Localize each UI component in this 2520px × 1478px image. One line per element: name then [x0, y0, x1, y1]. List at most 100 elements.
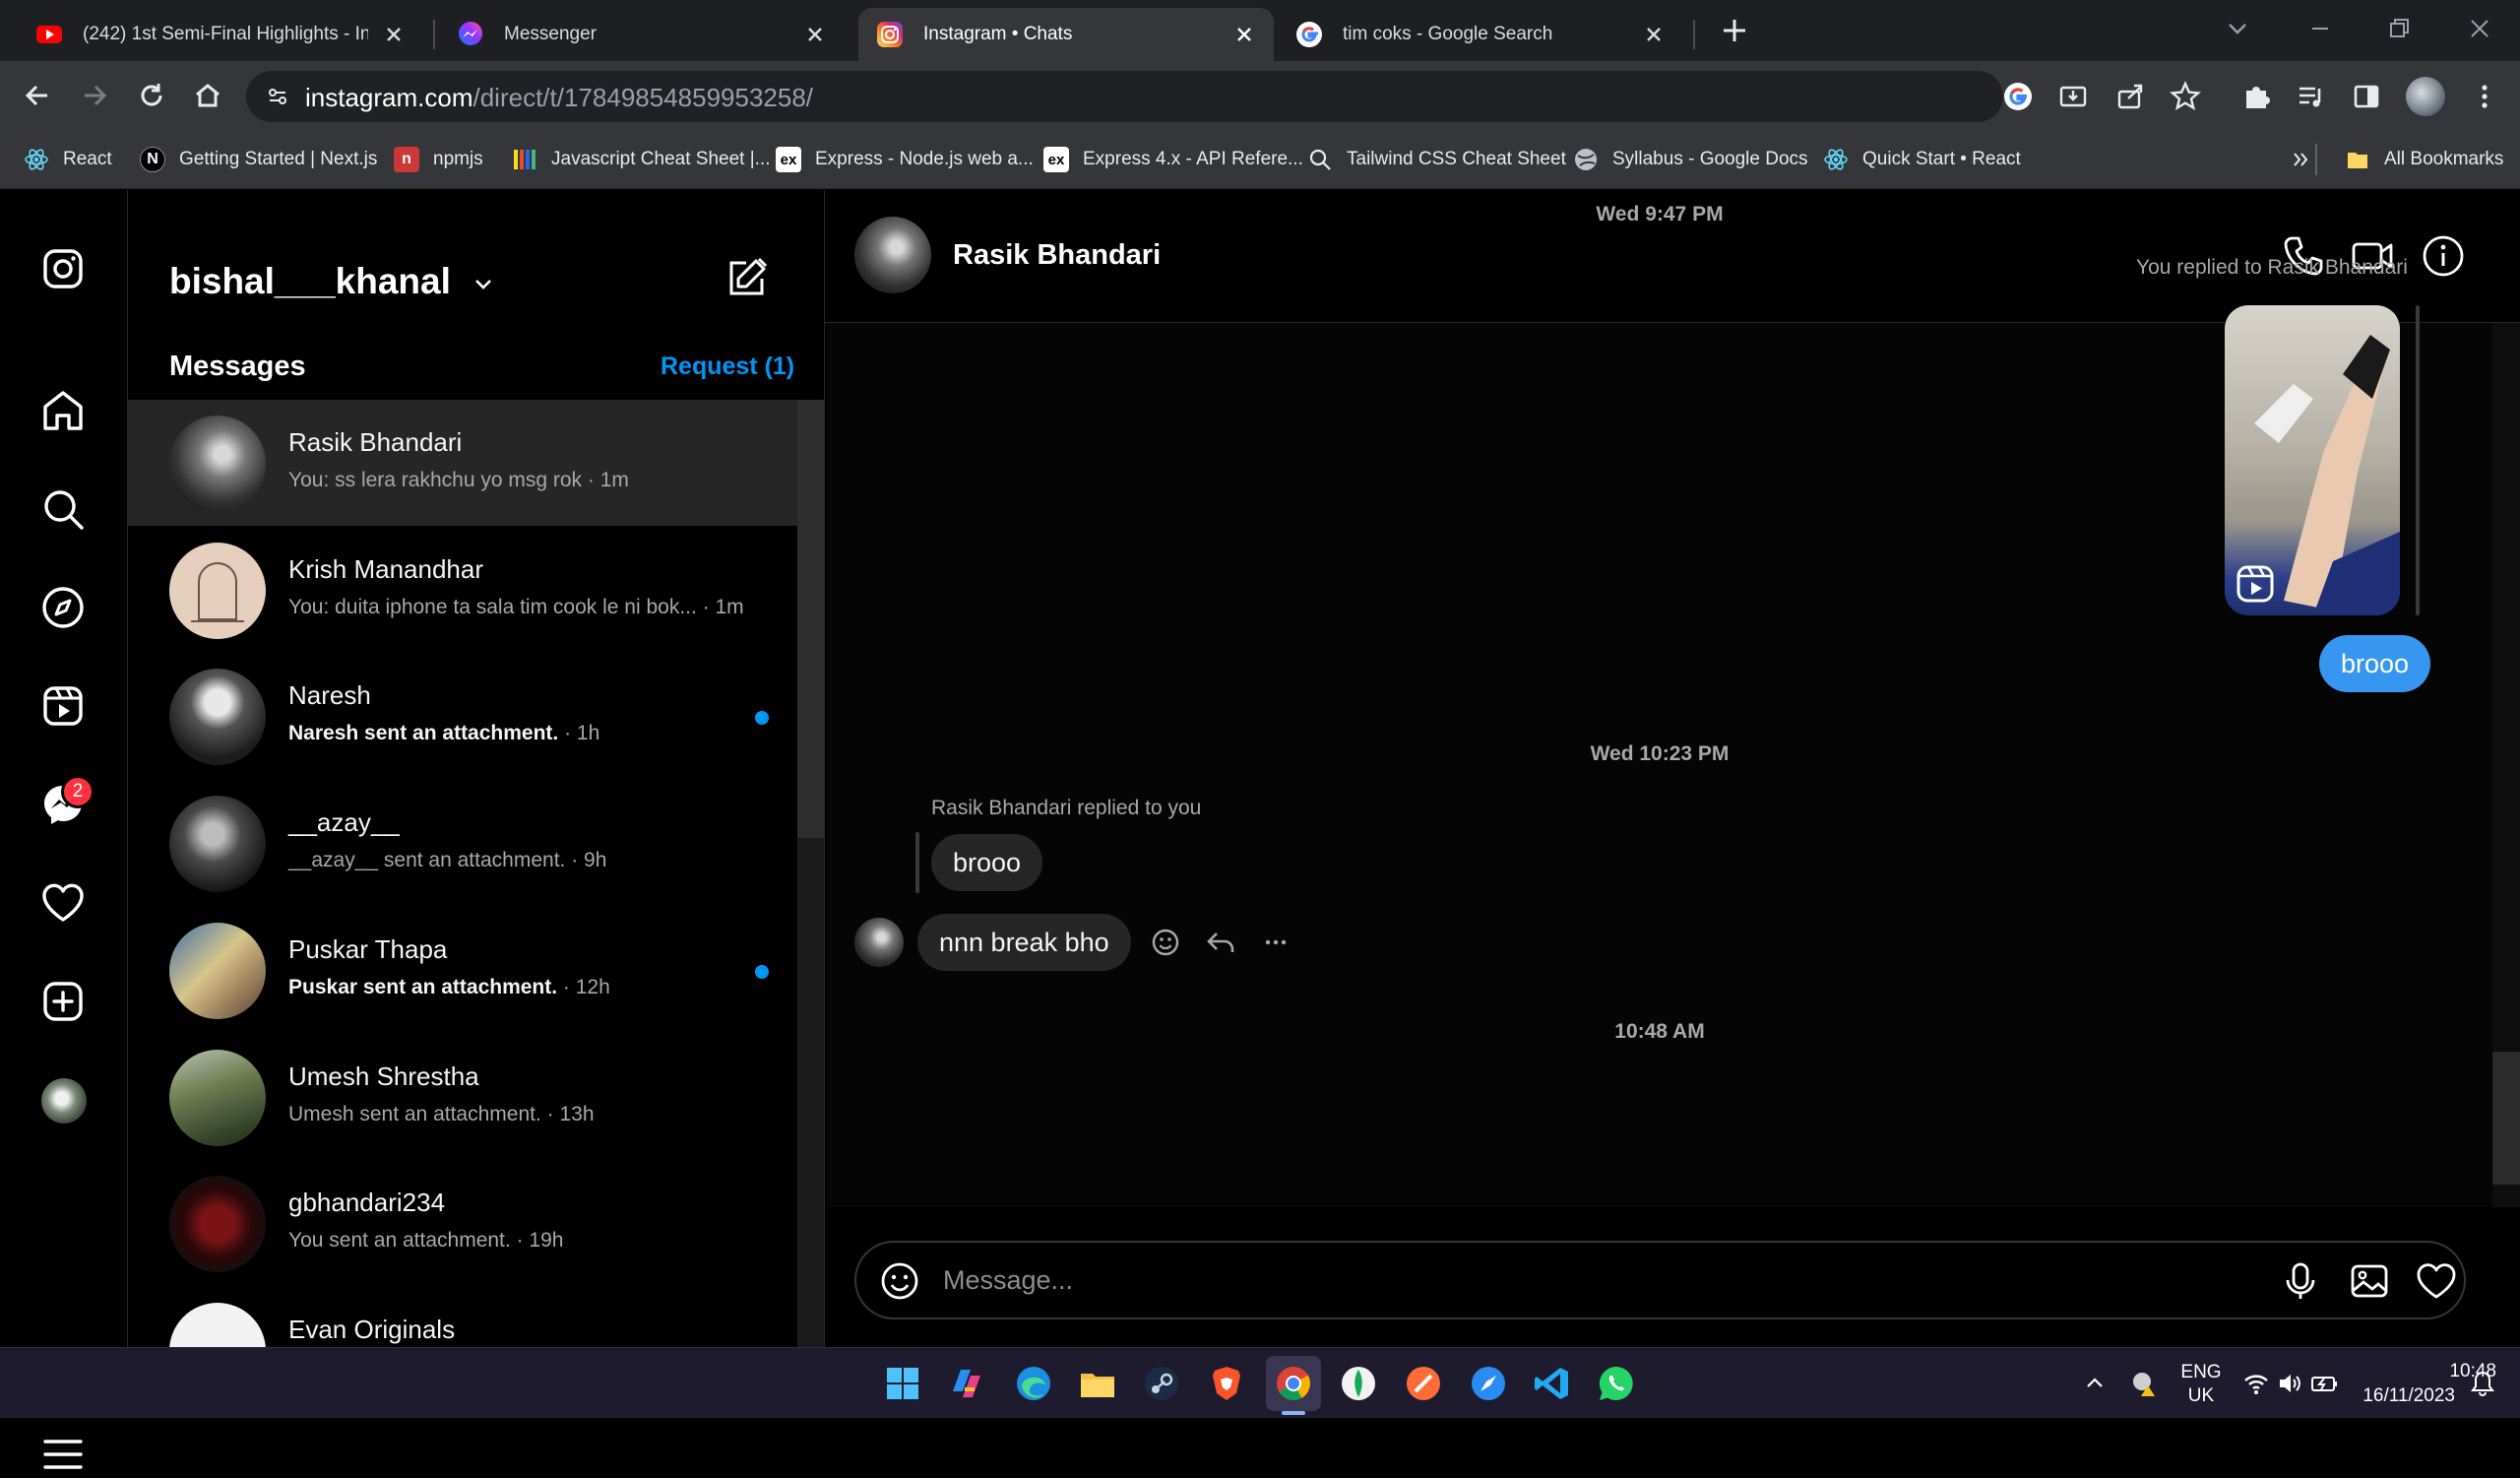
copilot-icon[interactable]: [945, 1362, 988, 1405]
tab-search-chevron-icon[interactable]: [2223, 14, 2252, 43]
add-photo-icon[interactable]: [2348, 1259, 2391, 1303]
account-username[interactable]: bishal___khanal: [169, 261, 496, 302]
shared-reel-thumbnail[interactable]: [2225, 305, 2400, 615]
home-icon[interactable]: [190, 78, 225, 113]
new-message-compose-icon[interactable]: [726, 255, 770, 298]
clock-date[interactable]: 16/11/2023: [2351, 1385, 2455, 1407]
tab-instagram[interactable]: Instagram • Chats: [858, 8, 1274, 61]
tab-google-search[interactable]: tim coks - Google Search: [1278, 8, 1683, 61]
notification-bell-icon[interactable]: [2469, 1370, 2496, 1397]
chevron-down-icon[interactable]: [471, 271, 496, 296]
reply-arrow-icon[interactable]: [1205, 927, 1236, 958]
minimize-window-icon[interactable]: [2303, 12, 2337, 45]
defender-warning-icon[interactable]: [2130, 1370, 2158, 1397]
profile-avatar[interactable]: [2406, 77, 2445, 116]
contact-avatar[interactable]: [854, 217, 931, 293]
notifications-heart-icon[interactable]: [39, 879, 87, 927]
close-window-icon[interactable]: [2463, 12, 2496, 45]
more-menu-hamburger-icon[interactable]: [39, 1431, 87, 1478]
sent-message-bubble[interactable]: brooo: [2319, 635, 2431, 692]
close-tab-icon[interactable]: [1642, 23, 1666, 46]
conversation-item-azay[interactable]: __azay__ __azay__ sent an attachment. · …: [128, 780, 797, 906]
all-bookmarks-folder[interactable]: All Bookmarks: [2345, 144, 2503, 175]
more-bookmarks-chevron-icon[interactable]: [2290, 148, 2313, 171]
like-heart-icon[interactable]: [2415, 1259, 2458, 1303]
media-control-icon[interactable]: [2296, 81, 2327, 112]
more-options-ellipsis-icon[interactable]: [1260, 927, 1292, 958]
side-panel-icon[interactable]: [2351, 81, 2382, 112]
file-explorer-folder-icon[interactable]: [1076, 1362, 1119, 1405]
mongodb-compass-icon[interactable]: [1337, 1362, 1380, 1405]
brave-browser-icon[interactable]: [1205, 1362, 1248, 1405]
show-hidden-icons-chevron-icon[interactable]: [2083, 1372, 2107, 1395]
create-plus-icon[interactable]: [39, 978, 87, 1025]
bookmarks-divider: [2315, 144, 2317, 175]
steam-icon[interactable]: [1140, 1362, 1183, 1405]
received-message-bubble[interactable]: nnn break bho: [917, 914, 1131, 971]
wifi-icon[interactable]: [2242, 1370, 2270, 1397]
close-tab-icon[interactable]: [803, 23, 827, 46]
bookmark-star-icon[interactable]: [2170, 81, 2201, 112]
explore-compass-icon[interactable]: [39, 584, 87, 631]
conversation-item-krish[interactable]: Krish Manandhar You: duita iphone ta sal…: [128, 527, 797, 653]
input-region[interactable]: UK: [2179, 1385, 2223, 1407]
edge-browser-icon[interactable]: [1012, 1362, 1055, 1405]
restore-window-icon[interactable]: [2382, 12, 2416, 45]
message-input[interactable]: [943, 1254, 2223, 1306]
back-arrow-icon[interactable]: [20, 78, 55, 113]
chrome-browser-icon[interactable]: [1272, 1362, 1315, 1405]
conversation-item-evan[interactable]: Evan Originals: [128, 1287, 797, 1347]
bookmark-syllabus[interactable]: Syllabus - Google Docs: [1573, 144, 1808, 175]
quoted-message-bubble[interactable]: brooo: [931, 834, 1043, 891]
vscode-icon[interactable]: [1531, 1362, 1574, 1405]
inbox-scrollbar-thumb[interactable]: [797, 400, 824, 838]
thread-scrollbar-thumb[interactable]: [2492, 1052, 2520, 1185]
safari-compass-icon[interactable]: [1467, 1362, 1510, 1405]
browser-menu-kebab-icon[interactable]: [2469, 81, 2500, 112]
postman-icon[interactable]: [1402, 1362, 1445, 1405]
battery-charging-icon[interactable]: [2309, 1370, 2339, 1397]
contact-name[interactable]: Rasik Bhandari: [953, 239, 1161, 272]
bookmark-express-node[interactable]: ex Express - Node.js web a...: [776, 144, 1034, 175]
volume-icon[interactable]: [2276, 1370, 2303, 1397]
close-tab-icon[interactable]: [1232, 23, 1256, 46]
voice-message-microphone-icon[interactable]: [2279, 1259, 2322, 1303]
windows-start-icon[interactable]: [881, 1362, 924, 1405]
close-tab-icon[interactable]: [382, 23, 406, 46]
whatsapp-icon[interactable]: [1595, 1362, 1638, 1405]
home-nav-icon[interactable]: [39, 387, 87, 434]
conversation-info-icon[interactable]: [2422, 234, 2465, 278]
bookmark-express-api[interactable]: ex Express 4.x - API Refere...: [1043, 144, 1303, 175]
conversation-item-naresh[interactable]: Naresh Naresh sent an attachment. · 1h: [128, 653, 797, 779]
reload-icon[interactable]: [134, 78, 169, 113]
react-emoji-icon[interactable]: [1150, 927, 1181, 958]
emoji-picker-icon[interactable]: [878, 1259, 921, 1303]
new-tab-plus-icon[interactable]: [1718, 14, 1751, 47]
url-text[interactable]: instagram.com/direct/t/17849854859953258…: [305, 83, 813, 113]
sender-avatar[interactable]: [854, 918, 904, 967]
conversation-item-puskar[interactable]: Puskar Thapa Puskar sent an attachment. …: [128, 907, 797, 1033]
reels-icon[interactable]: [39, 682, 87, 730]
bookmark-quick-start-react[interactable]: Quick Start • React: [1823, 144, 2021, 175]
share-icon[interactable]: [2114, 81, 2146, 112]
google-lens-icon[interactable]: [2002, 81, 2034, 112]
bookmark-react[interactable]: React: [24, 144, 112, 175]
search-nav-icon[interactable]: [39, 485, 87, 533]
extensions-puzzle-icon[interactable]: [2240, 81, 2272, 112]
bookmark-javascript-cheat-sheet[interactable]: Javascript Cheat Sheet |...: [512, 144, 771, 175]
tab-messenger[interactable]: Messenger: [439, 8, 845, 61]
conversation-item-rasik[interactable]: Rasik Bhandari You: ss lera rakhchu yo m…: [128, 400, 797, 526]
conversation-item-gbhandari234[interactable]: gbhandari234 You sent an attachment. · 1…: [128, 1160, 797, 1286]
instagram-logo-icon[interactable]: [39, 245, 87, 292]
conversation-item-umesh[interactable]: Umesh Shrestha Umesh sent an attachment.…: [128, 1034, 797, 1160]
site-info-icon[interactable]: [266, 85, 289, 108]
message-requests-link[interactable]: Request (1): [661, 353, 794, 381]
profile-avatar[interactable]: [41, 1078, 87, 1124]
install-app-icon[interactable]: [2057, 81, 2089, 112]
forward-arrow-icon[interactable]: [77, 78, 112, 113]
bookmark-npmjs[interactable]: n npmjs: [394, 144, 483, 175]
input-language[interactable]: ENG: [2179, 1362, 2223, 1383]
tab-youtube[interactable]: (242) 1st Semi-Final Highlights - India …: [18, 8, 423, 61]
bookmark-tailwind[interactable]: Tailwind CSS Cheat Sheet: [1307, 144, 1566, 175]
bookmark-nextjs[interactable]: N Getting Started | Next.js: [140, 144, 377, 175]
